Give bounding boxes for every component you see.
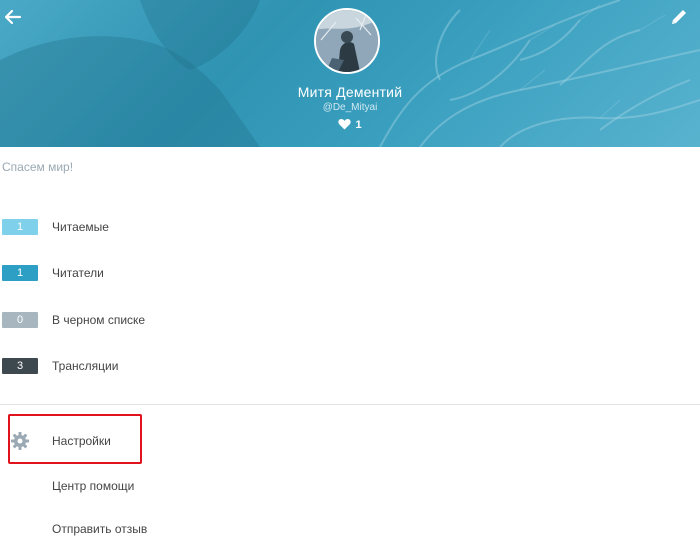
count-label: Читаемые xyxy=(52,220,109,234)
profile-header: Митя Дементий @De_Mityai 1 xyxy=(0,0,700,147)
profile-handle: @De_Mityai xyxy=(322,102,378,113)
arrow-left-icon xyxy=(4,9,22,25)
profile-name: Митя Дементий xyxy=(297,84,403,100)
followers-row[interactable]: 1 Читатели xyxy=(2,264,104,282)
broadcasts-row[interactable]: 3 Трансляции xyxy=(2,357,118,375)
count-label: Трансляции xyxy=(52,359,119,373)
likes-counter[interactable]: 1 xyxy=(0,118,700,131)
likes-count: 1 xyxy=(355,119,362,131)
help-center-menu-item[interactable]: Центр помощи xyxy=(52,479,134,493)
pencil-icon xyxy=(672,10,686,24)
heart-icon xyxy=(338,119,352,130)
edit-profile-button[interactable] xyxy=(668,6,690,28)
count-label: Читатели xyxy=(52,266,104,280)
blacklist-row[interactable]: 0 В черном списке xyxy=(2,311,145,329)
back-button[interactable] xyxy=(2,6,24,28)
divider xyxy=(0,404,700,405)
highlight-box xyxy=(8,414,142,464)
count-label: В черном списке xyxy=(52,313,146,327)
following-row[interactable]: 1 Читаемые xyxy=(2,218,109,236)
count-badge: 1 xyxy=(2,265,38,281)
count-badge: 1 xyxy=(2,219,38,235)
count-badge: 3 xyxy=(2,358,38,374)
send-feedback-menu-item[interactable]: Отправить отзыв xyxy=(52,522,147,536)
count-badge: 0 xyxy=(2,312,38,328)
avatar-image xyxy=(316,10,378,72)
avatar[interactable] xyxy=(314,8,380,74)
status-text: Спасем мир! xyxy=(2,160,74,174)
